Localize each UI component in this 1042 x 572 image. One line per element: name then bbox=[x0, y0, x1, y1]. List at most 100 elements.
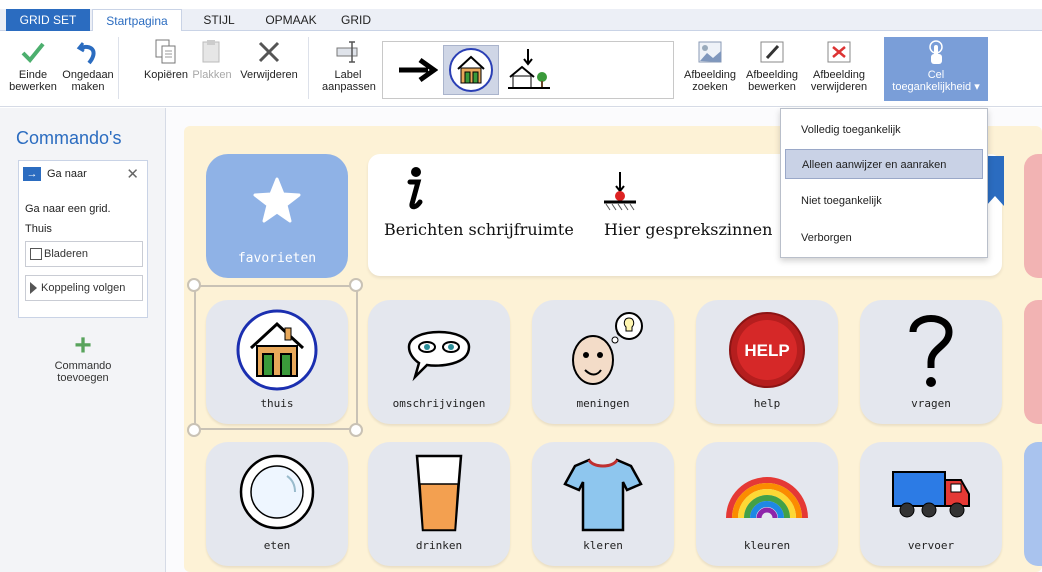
finish-edit-button[interactable]: Einde bewerken bbox=[8, 37, 58, 93]
help-sign-text: HELP bbox=[744, 341, 789, 360]
home-arrow-icon bbox=[508, 49, 550, 89]
ribbon: Einde bewerken Ongedaan maken Kopiëren P… bbox=[0, 31, 1042, 107]
tile-label: kleuren bbox=[743, 539, 791, 552]
tile-omschrijvingen[interactable]: omschrijvingen bbox=[368, 300, 510, 424]
plus-icon: + bbox=[74, 329, 92, 362]
touch-icon bbox=[884, 37, 988, 69]
arrow-right-icon: → bbox=[23, 167, 41, 181]
image-remove-label-2: verwijderen bbox=[810, 81, 868, 93]
image-find-button[interactable]: Afbeelding zoeken bbox=[680, 37, 740, 93]
speech-bubble-icon bbox=[368, 306, 510, 394]
tab-opmaak[interactable]: OPMAAK bbox=[258, 9, 324, 31]
image-edit-label-2: bewerken bbox=[748, 81, 796, 93]
menu-item-pointer-touch-only[interactable]: Alleen aanwijzer en aanraken bbox=[785, 149, 983, 179]
tile-vervoer[interactable]: vervoer bbox=[860, 442, 1002, 566]
commands-panel: Commando's → Ga naar ✕ Ga naar een grid.… bbox=[0, 108, 166, 572]
resize-handle[interactable] bbox=[349, 278, 363, 292]
add-command-button[interactable]: + Commando toevoegen bbox=[30, 329, 136, 385]
delete-button[interactable]: Verwijderen bbox=[236, 37, 302, 81]
command-card: → Ga naar ✕ Ga naar een grid. Thuis Blad… bbox=[18, 160, 148, 318]
copy-icon bbox=[140, 37, 192, 67]
arrow-right-icon bbox=[399, 57, 438, 83]
rainbow-icon bbox=[696, 448, 838, 536]
browse-icon bbox=[30, 248, 42, 261]
follow-link-button[interactable]: Koppeling volgen bbox=[25, 275, 143, 301]
menu-item-hidden[interactable]: Verborgen bbox=[785, 223, 983, 253]
favorites-label: favorieten bbox=[237, 251, 317, 266]
undo-label-2: maken bbox=[71, 81, 105, 93]
tile-label: drinken bbox=[415, 539, 463, 552]
image-remove-label-1: Afbeelding bbox=[813, 69, 865, 81]
cell-access-label-1: Cel bbox=[927, 69, 945, 81]
close-icon bbox=[236, 37, 302, 67]
tab-grid[interactable]: GRID bbox=[338, 9, 374, 31]
image-edit-label-1: Afbeelding bbox=[746, 69, 798, 81]
app-window: GRID SET Startpagina STIJL OPMAAK GRID E… bbox=[0, 0, 1042, 572]
symbol-picker[interactable] bbox=[382, 41, 674, 99]
copy-button[interactable]: Kopiëren bbox=[140, 37, 192, 81]
image-find-label-1: Afbeelding bbox=[684, 69, 736, 81]
tile-label: vervoer bbox=[907, 539, 955, 552]
image-remove-button[interactable]: Afbeelding verwijderen bbox=[806, 37, 872, 93]
tile-label: eten bbox=[263, 539, 291, 552]
add-command-label-1: Commando bbox=[54, 360, 112, 372]
tshirt-icon bbox=[532, 448, 674, 536]
symbol-house-selected[interactable] bbox=[443, 45, 499, 95]
copy-label: Kopiëren bbox=[143, 69, 189, 81]
close-icon[interactable]: ✕ bbox=[126, 165, 139, 183]
browse-button[interactable]: Bladeren bbox=[25, 241, 143, 267]
plate-icon bbox=[206, 448, 348, 536]
tile-kleren[interactable]: kleren bbox=[532, 442, 674, 566]
menu-item-fully-accessible[interactable]: Volledig toegankelijk bbox=[785, 115, 983, 145]
edge-tile[interactable] bbox=[1024, 300, 1042, 424]
pin-marker-icon bbox=[604, 172, 636, 211]
tile-meningen[interactable]: meningen bbox=[532, 300, 674, 424]
star-icon bbox=[253, 177, 301, 223]
symbol-arrow[interactable] bbox=[389, 45, 445, 95]
help-sign-icon: HELP bbox=[696, 306, 838, 394]
image-remove-icon bbox=[806, 37, 872, 67]
tab-stijl[interactable]: STIJL bbox=[196, 9, 242, 31]
tile-help[interactable]: HELP help bbox=[696, 300, 838, 424]
finish-edit-label-2: bewerken bbox=[9, 81, 57, 93]
tab-startpagina[interactable]: Startpagina bbox=[92, 9, 182, 32]
pencil-icon bbox=[741, 37, 803, 67]
add-command-label-2: toevoegen bbox=[57, 372, 109, 384]
favorites-tile[interactable]: favorieten bbox=[206, 154, 348, 278]
house-icon bbox=[449, 48, 493, 92]
menu-item-not-accessible[interactable]: Niet toegankelijk bbox=[785, 186, 983, 216]
edge-tile[interactable] bbox=[1024, 442, 1042, 566]
resize-handle[interactable] bbox=[349, 423, 363, 437]
tile-drinken[interactable]: drinken bbox=[368, 442, 510, 566]
edge-tile[interactable] bbox=[1024, 154, 1042, 278]
undo-button[interactable]: Ongedaan maken bbox=[62, 37, 114, 93]
resize-handle[interactable] bbox=[187, 423, 201, 437]
play-icon bbox=[30, 282, 37, 295]
message-writing-area-text: Berichten schrijfruimte bbox=[384, 220, 574, 239]
cell-accessibility-button[interactable]: Cel toegankelijkheid ▾ bbox=[884, 37, 988, 101]
tile-label: help bbox=[753, 397, 781, 410]
image-edit-button[interactable]: Afbeelding bewerken bbox=[741, 37, 803, 93]
label-adjust-button[interactable]: Label aanpassen bbox=[322, 37, 376, 93]
resize-handle[interactable] bbox=[187, 278, 201, 292]
ribbon-separator bbox=[118, 37, 119, 99]
glass-icon bbox=[368, 448, 510, 536]
commands-panel-title: Commando's bbox=[16, 128, 122, 148]
symbol-home-arrow[interactable] bbox=[501, 45, 557, 95]
tile-kleuren[interactable]: kleuren bbox=[696, 442, 838, 566]
info-icon bbox=[407, 167, 423, 210]
command-header: → Ga naar bbox=[23, 167, 87, 181]
tile-eten[interactable]: eten bbox=[206, 442, 348, 566]
tile-label: kleren bbox=[583, 539, 623, 552]
tile-label: meningen bbox=[576, 397, 630, 410]
undo-label-1: Ongedaan bbox=[62, 69, 114, 81]
ribbon-separator bbox=[308, 37, 309, 99]
command-name: Ga naar bbox=[47, 168, 87, 180]
paste-button[interactable]: Plakken bbox=[191, 37, 233, 81]
tile-label: omschrijvingen bbox=[392, 397, 486, 410]
tab-grid-set[interactable]: GRID SET bbox=[6, 9, 90, 31]
text-cursor-icon bbox=[322, 37, 374, 67]
thinking-face-icon bbox=[532, 306, 674, 394]
tile-vragen[interactable]: vragen bbox=[860, 300, 1002, 424]
finish-edit-label-1: Einde bbox=[18, 69, 48, 81]
